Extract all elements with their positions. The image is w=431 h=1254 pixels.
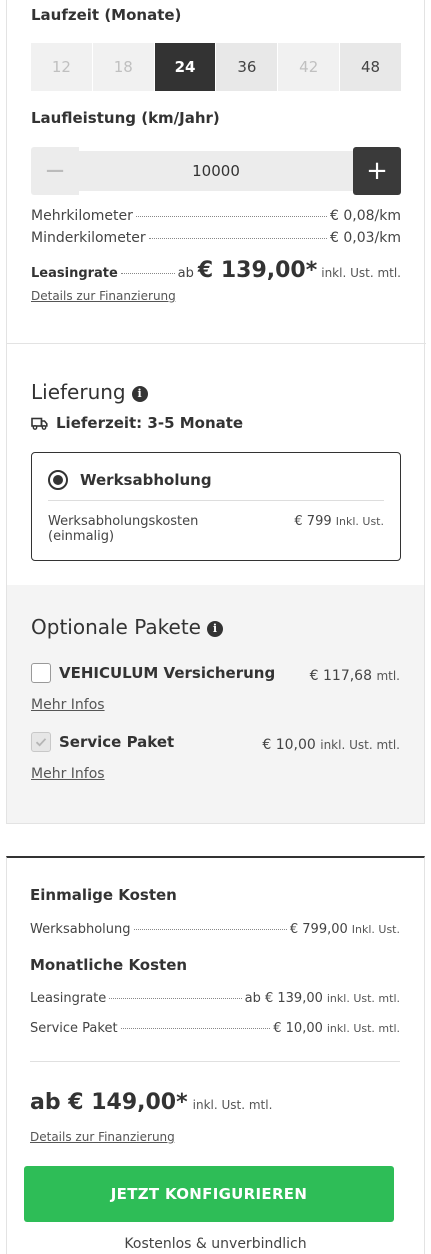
term-option-36[interactable]: 36	[216, 43, 279, 91]
term-option-24[interactable]: 24	[154, 43, 217, 91]
total-price-value: ab € 149,00*	[30, 1090, 188, 1115]
delivery-title: Lieferung i	[31, 380, 148, 404]
pickup-box-divider	[48, 500, 384, 501]
pickup-summary-label: Werksabholung	[30, 922, 131, 937]
total-price-suffix: inkl. Ust. mtl.	[192, 1098, 273, 1112]
leasing-summary-suffix: inkl. Ust. mtl.	[326, 992, 400, 1005]
dotted-leader	[120, 1028, 271, 1029]
monthly-costs-title: Monatliche Kosten	[30, 956, 188, 974]
packages-title: Optionale Pakete i	[31, 615, 223, 639]
term-option-48[interactable]: 48	[340, 43, 401, 91]
service-price-value: € 10,00	[262, 737, 316, 753]
radio-dot	[53, 475, 63, 485]
pickup-cost-label: Werksabholungskosten (einmalig)	[48, 514, 198, 544]
service-package-checkbox[interactable]	[31, 732, 51, 752]
insurance-package-name: VEHICULUM Versicherung	[59, 664, 276, 682]
pickup-cost: € 799 Inkl. Ust.	[294, 514, 384, 529]
pickup-cost-suffix: Inkl. Ust.	[335, 515, 384, 528]
optional-packages-panel: Optionale Pakete i VEHICULUM Versicherung…	[7, 585, 424, 823]
info-icon[interactable]: i	[206, 620, 223, 637]
leasing-summary-label: Leasingrate	[30, 991, 107, 1006]
truck-icon	[31, 417, 48, 430]
configure-now-button[interactable]: JETZT KONFIGURIEREN	[24, 1166, 394, 1222]
section-divider	[7, 343, 426, 344]
dotted-leader	[135, 216, 327, 217]
mileage-stepper: − 10000 +	[31, 147, 401, 195]
leasing-rate-suffix: inkl. Ust. mtl.	[321, 266, 401, 280]
packages-title-text: Optionale Pakete	[31, 615, 201, 639]
total-price: ab € 149,00* inkl. Ust. mtl.	[30, 1090, 272, 1115]
service-summary-suffix: inkl. Ust. mtl.	[326, 1022, 400, 1035]
insurance-price-suffix: mtl.	[376, 669, 400, 683]
insurance-price: € 117,68 mtl.	[310, 668, 400, 684]
pickup-radio[interactable]	[48, 470, 68, 490]
service-package-price: € 10,00 inkl. Ust. mtl.	[262, 737, 400, 753]
leasing-rate-row: Leasingrate ab € 139,00* inkl. Ust. mtl.	[31, 258, 401, 283]
less-km-value: € 0,03/km	[330, 230, 401, 246]
checkmark-icon	[35, 738, 47, 747]
delivery-title-text: Lieferung	[31, 380, 126, 404]
service-price-suffix: inkl. Ust. mtl.	[320, 738, 400, 752]
less-km-label: Minderkilometer	[31, 230, 146, 246]
leasing-summary-row: Leasingrate ab € 139,00 inkl. Ust. mtl.	[30, 991, 400, 1006]
term-selector: 12 18 24 36 42 48	[31, 43, 401, 91]
pickup-option-label: Werksabholung	[80, 471, 212, 489]
dotted-leader	[148, 238, 327, 239]
one-time-costs-title: Einmalige Kosten	[30, 886, 177, 904]
extra-km-row: Mehrkilometer € 0,08/km	[31, 208, 401, 224]
mileage-value[interactable]: 10000	[79, 151, 353, 191]
pickup-cost-label-line2: (einmalig)	[48, 529, 115, 544]
service-package-name: Service Paket	[59, 733, 175, 751]
term-option-12: 12	[31, 43, 93, 91]
term-label: Laufzeit (Monate)	[31, 6, 182, 24]
info-icon[interactable]: i	[131, 385, 148, 402]
delivery-time: Lieferzeit: 3-5 Monate	[31, 414, 243, 432]
mileage-label: Laufleistung (km/Jahr)	[31, 109, 220, 127]
pickup-summary-value: € 799,00	[289, 922, 348, 937]
pickup-summary-suffix: Inkl. Ust.	[351, 923, 400, 936]
term-option-42: 42	[278, 43, 341, 91]
extra-km-value: € 0,08/km	[330, 208, 401, 224]
less-km-row: Minderkilometer € 0,03/km	[31, 230, 401, 246]
dotted-leader	[120, 273, 175, 274]
mileage-decrease-button[interactable]: −	[31, 147, 79, 195]
insurance-price-value: € 117,68	[309, 668, 372, 684]
leasing-rate-price: € 139,00*	[197, 258, 318, 283]
configurator-card: Laufzeit (Monate) 12 18 24 36 42 48 Lauf…	[6, 0, 426, 824]
delivery-time-text: Lieferzeit: 3-5 Monate	[56, 414, 244, 432]
summary-financing-details-link[interactable]: Details zur Finanzierung	[30, 1130, 175, 1144]
dotted-leader	[133, 929, 287, 930]
service-summary-value: € 10,00	[273, 1021, 323, 1036]
insurance-checkbox[interactable]	[31, 663, 51, 683]
pickup-cost-value: € 799	[294, 514, 332, 529]
leasing-rate-prefix: ab	[177, 266, 194, 281]
term-option-18: 18	[92, 43, 155, 91]
dotted-leader	[109, 998, 242, 999]
pickup-summary-row: Werksabholung € 799,00 Inkl. Ust.	[30, 922, 400, 937]
insurance-more-info-link[interactable]: Mehr Infos	[31, 697, 105, 713]
leasing-summary-value: ab € 139,00	[244, 991, 323, 1006]
service-more-info-link[interactable]: Mehr Infos	[31, 766, 105, 782]
summary-divider	[30, 1061, 400, 1062]
mileage-increase-button[interactable]: +	[353, 147, 401, 195]
financing-details-link[interactable]: Details zur Finanzierung	[31, 289, 176, 303]
pickup-option-box[interactable]: Werksabholung Werksabholungskosten (einm…	[31, 452, 401, 561]
service-summary-row: Service Paket € 10,00 inkl. Ust. mtl.	[30, 1021, 400, 1036]
extra-km-label: Mehrkilometer	[31, 208, 133, 224]
leasing-rate-label: Leasingrate	[31, 266, 118, 281]
service-summary-label: Service Paket	[30, 1021, 118, 1036]
free-noncommittal-note: Kostenlos & unverbindlich	[124, 1236, 307, 1252]
pickup-cost-label-line1: Werksabholungskosten	[48, 514, 199, 529]
